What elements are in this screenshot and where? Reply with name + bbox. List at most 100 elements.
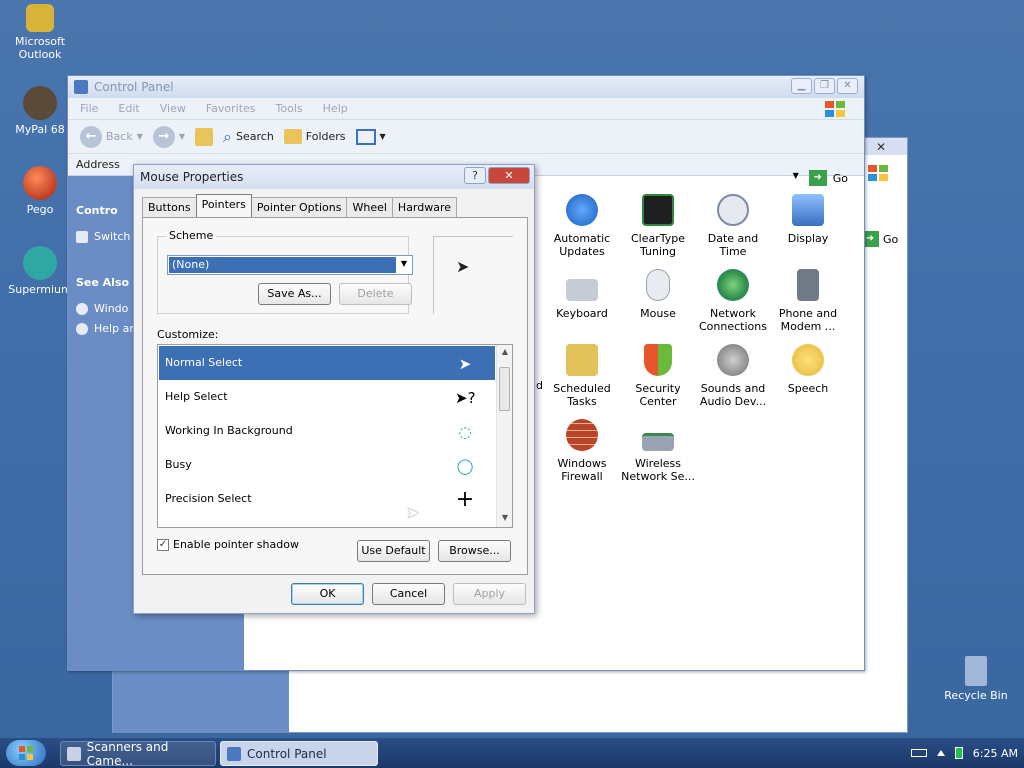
- clock[interactable]: 6:25 AM: [973, 747, 1018, 760]
- views-button[interactable]: ▼: [355, 128, 386, 145]
- address-field-end[interactable]: ▼ ➜ Go: [538, 168, 856, 188]
- list-item[interactable]: Help Select ➤?: [159, 380, 495, 414]
- cp-item-label: Date and Time: [707, 232, 759, 258]
- scanner-icon: [67, 746, 81, 761]
- taskbar-item-scanners[interactable]: Scanners and Came...: [60, 739, 216, 768]
- back-button[interactable]: ← Back ▼: [80, 125, 143, 148]
- go-label: Go: [883, 232, 899, 246]
- search-label: Search: [236, 130, 274, 143]
- cp-item-label: Phone and Modem ...: [778, 307, 838, 333]
- desktop-icon-label: Microsoft Outlook: [14, 35, 66, 61]
- cp-item-speech[interactable]: Speech: [770, 344, 846, 395]
- help-cursor-icon: ➤?: [455, 389, 476, 407]
- ok-button[interactable]: OK: [291, 583, 364, 605]
- control-panel-titlebar[interactable]: Control Panel: [68, 76, 864, 98]
- cp-item-network[interactable]: Network Connections: [695, 269, 771, 333]
- forward-button[interactable]: → ▼: [152, 125, 185, 148]
- close-button[interactable]: ✕: [488, 167, 530, 184]
- switch-icon: [76, 230, 88, 243]
- apply-button[interactable]: Apply: [453, 583, 526, 605]
- dialog-titlebar[interactable]: Mouse Properties ? ✕: [134, 165, 534, 189]
- menu-edit[interactable]: Edit: [118, 102, 139, 115]
- cp-item-mouse[interactable]: Mouse: [620, 269, 696, 320]
- toolbar: ← Back ▼ → ▼ ⌕ Search Folders ▼: [68, 120, 864, 154]
- cancel-button[interactable]: Cancel: [372, 583, 445, 605]
- tab-buttons[interactable]: Buttons: [142, 197, 197, 217]
- scheme-label: Scheme: [166, 229, 217, 242]
- cp-item-date-time[interactable]: Date and Time: [695, 194, 771, 258]
- browse-button[interactable]: Browse...: [438, 540, 511, 562]
- menu-bar: File Edit View Favorites Tools Help: [68, 98, 864, 120]
- start-button[interactable]: [6, 740, 46, 766]
- tab-pointer-options[interactable]: Pointer Options: [250, 197, 348, 217]
- tab-wheel[interactable]: Wheel: [346, 197, 393, 217]
- cp-item-scheduled-tasks[interactable]: Scheduled Tasks: [544, 344, 620, 408]
- switch-view-link[interactable]: Switch: [76, 230, 130, 243]
- tab-pointers[interactable]: Pointers: [195, 194, 252, 217]
- scheme-select[interactable]: (None) ▼: [167, 255, 413, 275]
- menu-favorites[interactable]: Favorites: [206, 102, 256, 115]
- chevron-down-icon[interactable]: ▼: [789, 171, 803, 185]
- cp-item-display[interactable]: Display: [770, 194, 846, 245]
- menu-help[interactable]: Help: [323, 102, 348, 115]
- use-default-button[interactable]: Use Default: [357, 540, 430, 562]
- pointer-name: Working In Background: [165, 424, 293, 437]
- battery-icon[interactable]: [954, 747, 963, 759]
- pointer-shadow-checkbox[interactable]: ✓ Enable pointer shadow: [157, 538, 299, 551]
- scroll-up-icon[interactable]: ▲: [499, 347, 511, 359]
- task-label: Scanners and Came...: [86, 739, 169, 768]
- tab-hardware[interactable]: Hardware: [391, 197, 458, 217]
- scroll-thumb[interactable]: [499, 367, 510, 411]
- recycle-bin-icon: [965, 656, 987, 686]
- menu-file[interactable]: File: [80, 102, 98, 115]
- menu-tools[interactable]: Tools: [276, 102, 303, 115]
- checkmark-icon[interactable]: ✓: [157, 538, 169, 551]
- menu-view[interactable]: View: [160, 102, 186, 115]
- minimize-button[interactable]: ▁: [791, 78, 812, 94]
- link-label: Help ar: [94, 322, 134, 335]
- cp-item-label: ClearType Tuning: [630, 232, 686, 258]
- windows-logo-icon: [867, 164, 897, 182]
- folders-button[interactable]: Folders: [283, 129, 346, 144]
- list-scrollbar[interactable]: ▲ ▼: [496, 345, 512, 527]
- cp-item-cleartype[interactable]: ClearType Tuning: [620, 194, 696, 258]
- list-item[interactable]: Working In Background ◌: [159, 414, 495, 448]
- cp-item-windows-firewall[interactable]: Windows Firewall: [544, 419, 620, 483]
- go-arrow-icon[interactable]: ➜: [808, 170, 827, 186]
- wireless-icon: [642, 433, 674, 451]
- windows-update-icon: [566, 194, 598, 226]
- desktop-icon-outlook[interactable]: Microsoft Outlook: [0, 4, 80, 61]
- list-item[interactable]: Precision Select +: [159, 482, 495, 516]
- cp-item-automatic-updates[interactable]: Automatic Updates: [544, 194, 620, 258]
- close-button[interactable]: ✕: [837, 78, 858, 94]
- delete-button[interactable]: Delete: [339, 283, 412, 305]
- cp-item-keyboard[interactable]: Keyboard: [544, 269, 620, 320]
- scanners-go-button[interactable]: ➜ Go: [861, 230, 903, 248]
- cp-item-wireless-network[interactable]: Wireless Network Se...: [620, 419, 696, 483]
- keyboard-icon[interactable]: [910, 749, 927, 757]
- clock-icon: [717, 194, 749, 226]
- chevron-down-icon[interactable]: ▼: [398, 259, 410, 271]
- cp-item-sounds[interactable]: Sounds and Audio Dev...: [695, 344, 771, 408]
- scroll-down-icon[interactable]: ▼: [499, 513, 511, 525]
- show-hidden-icons-icon[interactable]: [936, 750, 945, 756]
- help-link[interactable]: Help ar: [76, 322, 134, 335]
- pointer-list[interactable]: Normal Select ➤ Help Select ➤? Working I…: [157, 344, 513, 528]
- scanners-close-button[interactable]: ✕: [869, 140, 893, 154]
- crosshair-cursor-icon: +: [455, 487, 475, 512]
- list-item[interactable]: Normal Select ➤: [159, 346, 495, 380]
- mouse-properties-dialog[interactable]: Mouse Properties ? ✕ Buttons Pointers Po…: [133, 164, 535, 614]
- go-label[interactable]: Go: [833, 172, 848, 185]
- list-item[interactable]: Busy ◯: [159, 448, 495, 482]
- cp-item-phone-modem[interactable]: Phone and Modem ...: [770, 269, 846, 333]
- windows-update-link[interactable]: Windo: [76, 302, 128, 315]
- up-folder-button[interactable]: [195, 127, 214, 146]
- desktop-icon-recycle-bin[interactable]: Recycle Bin: [936, 656, 1016, 702]
- help-button[interactable]: ?: [464, 167, 486, 184]
- taskbar-item-control-panel[interactable]: Control Panel: [220, 741, 378, 766]
- save-as-button[interactable]: Save As...: [258, 283, 331, 305]
- working-cursor-icon: ◌: [458, 423, 472, 441]
- search-button[interactable]: ⌕ Search: [223, 127, 274, 147]
- maximize-button[interactable]: ❐: [814, 78, 835, 94]
- cp-item-security-center[interactable]: Security Center: [620, 344, 696, 408]
